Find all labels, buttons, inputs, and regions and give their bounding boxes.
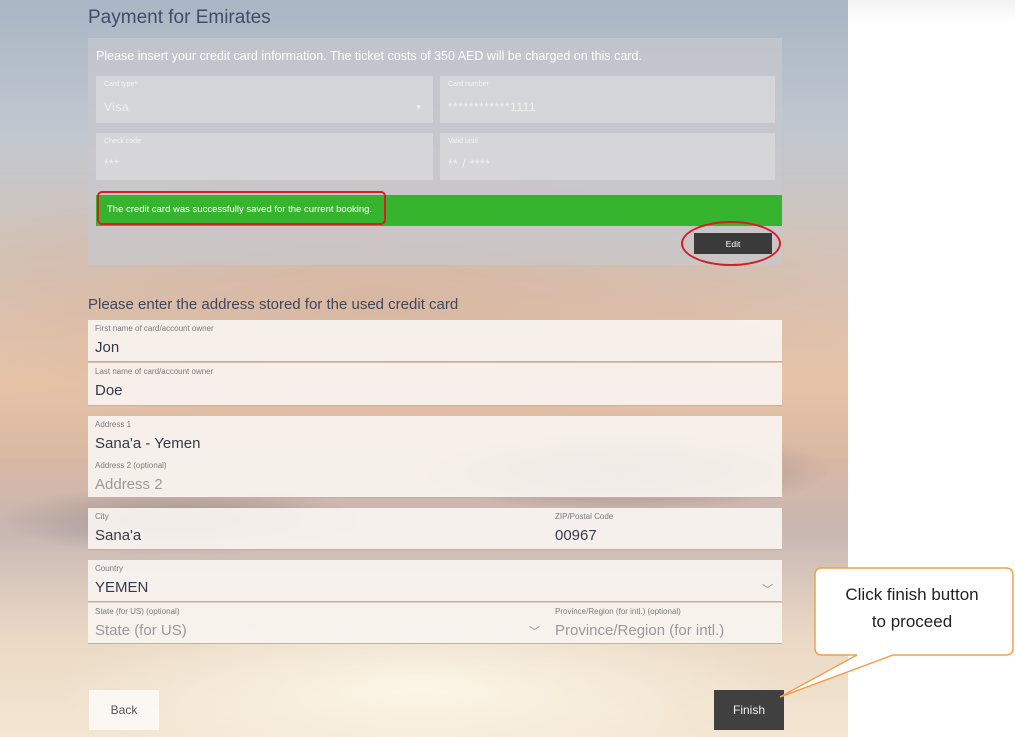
callout-line-1: Click finish button: [845, 585, 979, 604]
state-select[interactable]: State (for US): [95, 622, 187, 639]
city-label: City: [95, 512, 109, 521]
first-name-value: Jon: [95, 339, 120, 356]
zip-label: ZIP/Postal Code: [555, 512, 614, 521]
address2-label: Address 2 (optional): [95, 461, 167, 470]
chevron-down-icon: ﹀: [529, 626, 540, 638]
valid-until-label: Valid until: [448, 138, 478, 145]
last-name-label: Last name of card/account owner: [95, 367, 214, 376]
address-heading: Please enter the address stored for the …: [88, 296, 459, 313]
last-name-value: Doe: [95, 382, 123, 399]
check-code-label: Check code: [104, 138, 141, 145]
check-code-field[interactable]: Check code ***: [96, 133, 433, 180]
address1-label: Address 1: [95, 420, 132, 429]
last-name-field[interactable]: Last name of card/account owner Doe: [88, 363, 782, 406]
country-value: YEMEN: [95, 579, 149, 596]
screenshot: Payment for Emirates Please insert your …: [0, 0, 1015, 737]
card-number-field[interactable]: Card number ************1111: [440, 76, 775, 123]
valid-until-field[interactable]: Valid until ** / ****: [440, 133, 775, 180]
state-label: State (for US) (optional): [95, 607, 180, 616]
chevron-down-icon: ﹀: [762, 584, 773, 596]
country-select[interactable]: Country YEMEN ﹀: [88, 560, 782, 602]
address-block: Address 1 Sana'a - Yemen Address 2 (opti…: [88, 416, 782, 498]
valid-until-value: ** / ****: [448, 157, 491, 171]
card-type-select[interactable]: Card type* Visa ▾: [96, 76, 433, 123]
card-number-value: ************1111: [448, 100, 537, 114]
chevron-down-icon: ▾: [416, 102, 421, 112]
callout-text: Click finish button to proceed: [812, 581, 1012, 635]
address2-input[interactable]: Address 2: [95, 476, 163, 493]
card-instructions: Please insert your credit card informati…: [96, 49, 642, 63]
first-name-label: First name of card/account owner: [95, 324, 214, 333]
province-input[interactable]: Province/Region (for intl.): [555, 622, 724, 639]
page-title: Payment for Emirates: [88, 7, 271, 28]
card-number-label: Card number: [448, 81, 489, 88]
state-province-row: State (for US) (optional) State (for US)…: [88, 603, 782, 644]
city-input[interactable]: Sana'a: [95, 527, 141, 544]
success-highlight-ring: [97, 191, 386, 225]
callout-line-2: to proceed: [871, 612, 953, 631]
edit-highlight-ring: [681, 221, 781, 266]
province-label: Province/Region (for intl.) (optional): [555, 607, 681, 616]
back-button[interactable]: Back: [89, 690, 159, 730]
card-type-label: Card type*: [104, 81, 138, 88]
finish-button[interactable]: Finish: [714, 690, 784, 730]
top-fade: [848, 0, 1015, 22]
zip-input[interactable]: 00967: [555, 527, 597, 544]
card-type-value: Visa: [104, 100, 130, 114]
first-name-field[interactable]: First name of card/account owner Jon: [88, 320, 782, 362]
check-code-value: ***: [104, 157, 120, 171]
address1-input[interactable]: Sana'a - Yemen: [95, 435, 200, 452]
city-zip-row: City Sana'a ZIP/Postal Code 00967: [88, 508, 782, 550]
country-label: Country: [95, 564, 124, 573]
